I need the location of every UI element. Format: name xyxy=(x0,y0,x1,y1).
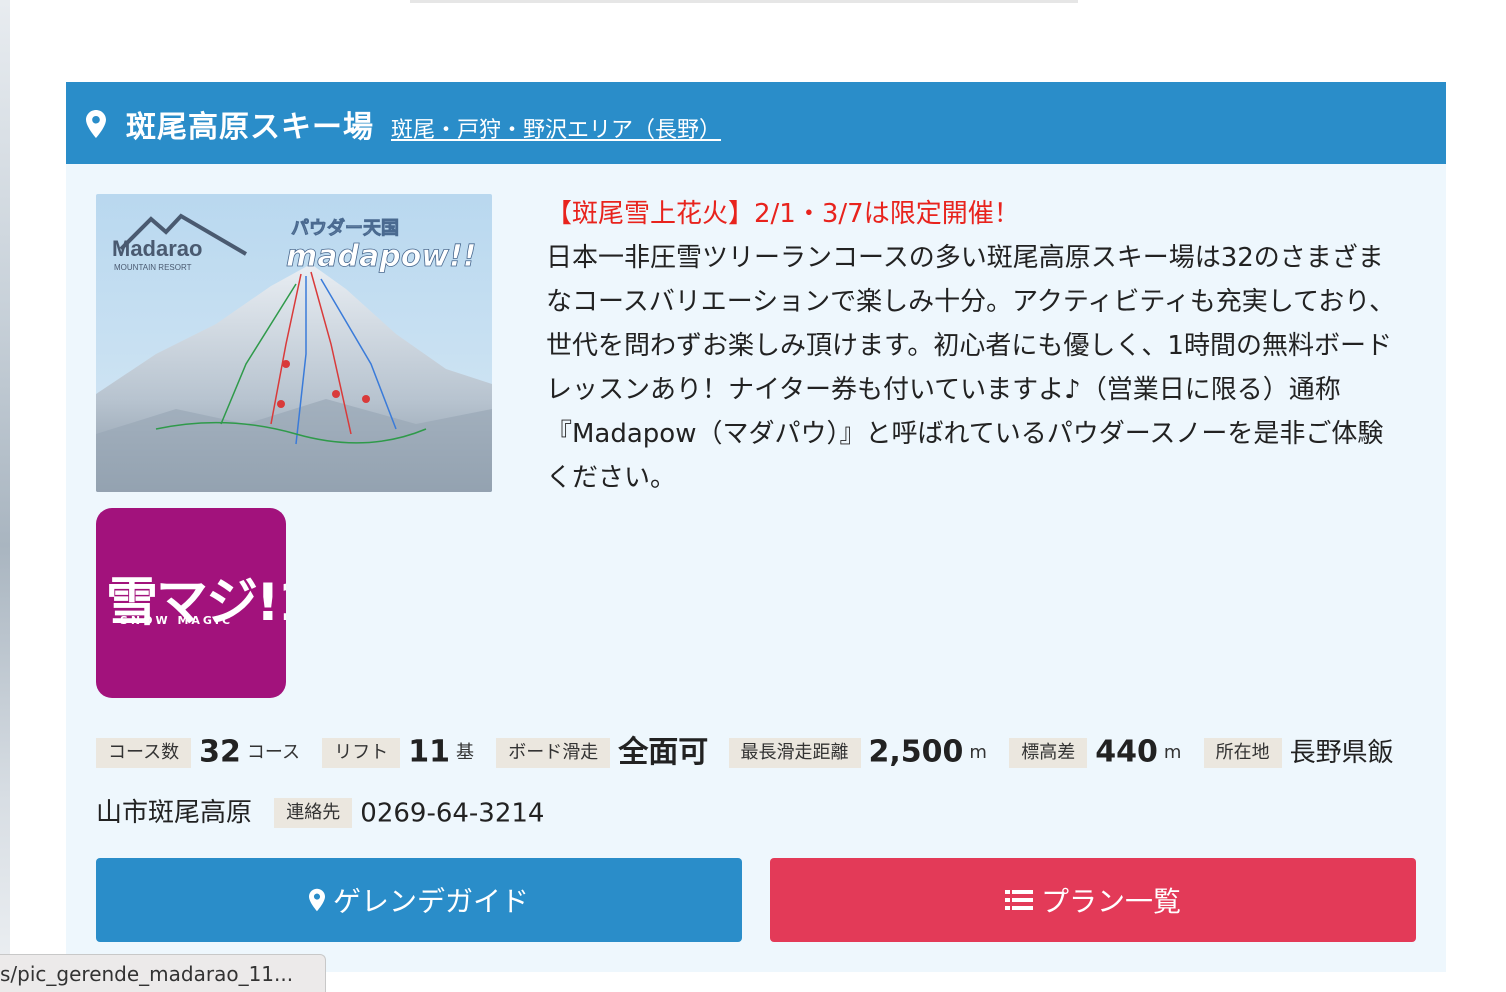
event-notice: 【斑尾雪上花火】2/1・3/7は限定開催！ xyxy=(546,199,1020,229)
spec-label-location: 所在地 xyxy=(1203,737,1282,768)
map-tagline-jp: パウダー天国 xyxy=(291,217,399,239)
spec-value-contact: 0269-64-3214 xyxy=(360,798,545,828)
spec-unit-vertical: m xyxy=(1163,741,1182,763)
spec-value-vertical: 440 xyxy=(1095,734,1158,770)
area-link[interactable]: 斑尾・戸狩・野沢エリア（長野） xyxy=(391,112,721,144)
spec-value-courses: 32 xyxy=(199,734,241,770)
spec-unit-courses: コース xyxy=(246,741,300,763)
spec-label-vertical: 標高差 xyxy=(1009,737,1088,768)
card-header: 斑尾高原スキー場 斑尾・戸狩・野沢エリア（長野） xyxy=(66,82,1446,164)
spec-label-courses: コース数 xyxy=(96,737,192,768)
browser-status-bar: s/pic_gerende_madarao_11... xyxy=(0,954,326,992)
map-pin-icon xyxy=(308,888,325,912)
badge-sub-text: SNOW MAGIC xyxy=(120,614,234,627)
map-pin-icon xyxy=(86,110,106,138)
resort-name: 斑尾高原スキー場 xyxy=(126,110,374,145)
background-photo-edge xyxy=(0,0,10,992)
resort-card: 斑尾高原スキー場 斑尾・戸狩・野沢エリア（長野） Madarao MOUNTAI… xyxy=(66,82,1446,972)
map-logo-sub: MOUNTAIN RESORT xyxy=(114,263,192,272)
spec-unit-longest-run: m xyxy=(969,741,987,763)
spec-label-contact: 連絡先 xyxy=(274,798,353,828)
snow-magic-badge[interactable]: 雪マジ!19 SNOW MAGIC xyxy=(96,508,286,698)
top-divider xyxy=(410,0,1078,3)
description: 【斑尾雪上花火】2/1・3/7は限定開催！ 日本一非圧雪ツリーランコースの多い斑… xyxy=(546,192,1406,500)
status-url: s/pic_gerende_madarao_11... xyxy=(0,962,294,986)
description-body: 日本一非圧雪ツリーランコースの多い斑尾高原スキー場は32のさまざまなコースバリエ… xyxy=(546,243,1396,493)
spec-value-longest-run: 2,500 xyxy=(868,734,964,770)
map-logo-text: Madarao xyxy=(112,236,202,261)
plan-list-label: プラン一覧 xyxy=(1040,885,1181,918)
slope-map-image[interactable]: Madarao MOUNTAIN RESORT パウダー天国 madapow!! xyxy=(96,194,492,492)
spec-value-board: 全面可 xyxy=(618,734,709,770)
spec-label-longest-run: 最長滑走距離 xyxy=(728,737,861,768)
slope-guide-button[interactable]: ゲレンデガイド xyxy=(96,858,742,942)
spec-unit-lifts: 基 xyxy=(455,741,474,763)
list-icon xyxy=(1004,889,1033,911)
slope-guide-label: ゲレンデガイド xyxy=(332,885,529,918)
map-tagline-en: madapow!! xyxy=(286,239,476,274)
resort-specs: コース数 32 コース リフト 11 基 ボード滑走 全面可 最長滑走距離 2,500 m 標… xyxy=(96,722,1416,843)
spec-label-lifts: リフト xyxy=(322,737,401,768)
spec-label-board: ボード滑走 xyxy=(496,737,611,768)
plan-list-button[interactable]: プラン一覧 xyxy=(770,858,1416,942)
spec-value-lifts: 11 xyxy=(408,734,450,770)
